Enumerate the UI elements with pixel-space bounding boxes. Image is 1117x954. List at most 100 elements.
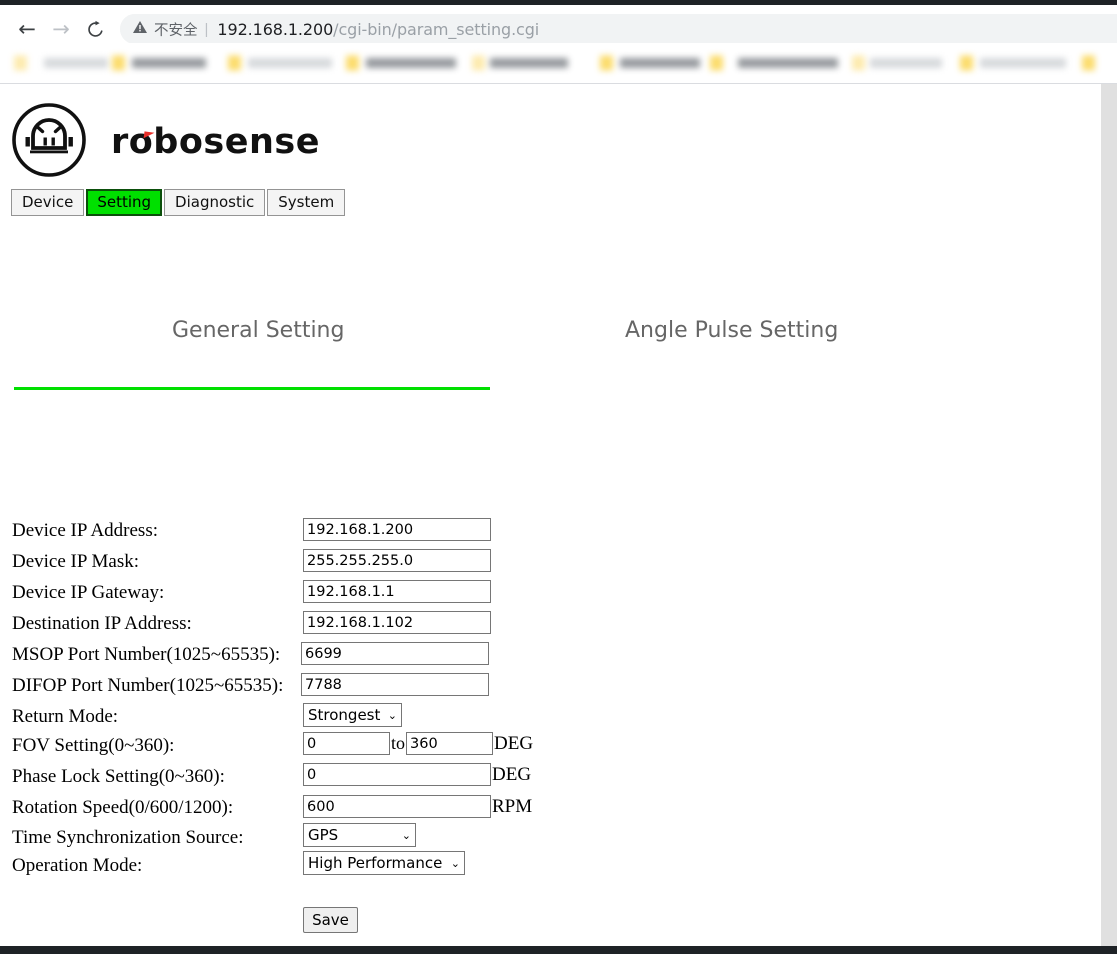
forward-arrow-icon: → <box>52 16 70 41</box>
bookmark-item[interactable] <box>112 52 208 74</box>
bookmark-label <box>490 58 568 68</box>
field-difop-port <box>301 673 489 696</box>
select-return-mode[interactable]: Strongest ⌄ <box>303 703 402 727</box>
folder-icon <box>600 55 613 71</box>
chevron-down-icon: ⌄ <box>450 856 460 870</box>
row-msop-port: MSOP Port Number(1025~65535): <box>12 640 280 670</box>
row-fov-setting: FOV Setting(0~360): <box>12 731 174 761</box>
reload-button[interactable] <box>78 12 112 46</box>
page-content: robosense Device Setting Diagnostic Syst… <box>0 84 1117 946</box>
label-rotation-speed: Rotation Speed(0/600/1200): <box>12 797 234 818</box>
warning-triangle-icon[interactable] <box>132 19 148 40</box>
label-return-mode: Return Mode: <box>12 706 119 727</box>
folder-icon <box>112 55 125 71</box>
field-rotation-speed: RPM <box>303 795 532 818</box>
bookmark-label <box>44 58 108 68</box>
field-operation-mode: High Performance ⌄ <box>303 851 465 875</box>
reload-icon <box>86 20 105 39</box>
brand-wordmark: robosense <box>111 125 320 160</box>
field-device-ip-gateway <box>303 580 491 603</box>
bookmark-item[interactable] <box>346 52 458 74</box>
row-phase-lock: Phase Lock Setting(0~360): <box>12 762 225 792</box>
nav-tab-system[interactable]: System <box>267 189 346 216</box>
bookmark-item[interactable] <box>472 52 568 74</box>
brand-logo: robosense <box>11 102 320 183</box>
nav-tab-setting[interactable]: Setting <box>86 189 163 216</box>
forward-button[interactable]: → <box>44 12 78 46</box>
select-time-sync-source[interactable]: GPS ⌄ <box>303 823 416 847</box>
folder-icon <box>346 55 359 71</box>
row-destination-ip-address: Destination IP Address: <box>12 609 192 639</box>
field-fov-setting: to DEG <box>303 732 533 755</box>
bookmark-item[interactable] <box>600 52 700 74</box>
folder-icon <box>710 55 723 71</box>
browser-chrome: ← → 不安全 | 192.168.1.200/cgi-bin/param_se… <box>0 5 1117 46</box>
bookmark-label <box>132 58 206 68</box>
unit-phase-lock-deg: DEG <box>492 763 532 785</box>
bookmark-item[interactable] <box>14 52 27 74</box>
page-right-edge <box>1101 84 1117 946</box>
row-time-sync-source: Time Synchronization Source: <box>12 823 244 853</box>
url-host: 192.168.1.200 <box>217 19 334 39</box>
chevron-down-icon: ⌄ <box>401 828 411 842</box>
nav-tab-device[interactable]: Device <box>11 189 85 216</box>
input-phase-lock[interactable] <box>303 763 491 786</box>
folder-icon <box>960 55 973 71</box>
back-arrow-icon: ← <box>18 16 36 41</box>
save-button[interactable]: Save <box>303 907 358 933</box>
window-bottom-edge <box>0 946 1117 954</box>
label-fov-setting: FOV Setting(0~360): <box>12 735 175 756</box>
label-device-ip-gateway: Device IP Gateway: <box>12 582 165 603</box>
main-navigation-tabs[interactable]: Device Setting Diagnostic System <box>11 189 347 216</box>
select-operation-mode[interactable]: High Performance ⌄ <box>303 851 465 875</box>
row-device-ip-mask: Device IP Mask: <box>12 547 139 577</box>
folder-icon <box>472 55 485 71</box>
field-device-ip-mask <box>303 549 491 572</box>
bookmark-item[interactable] <box>710 52 726 74</box>
unit-fov-deg: DEG <box>494 732 534 754</box>
security-status-label: 不安全 <box>154 22 198 39</box>
url-text: 192.168.1.200/cgi-bin/param_setting.cgi <box>217 20 539 39</box>
input-device-ip-address[interactable] <box>303 518 491 541</box>
input-msop-port[interactable] <box>301 642 489 665</box>
input-destination-ip-address[interactable] <box>303 611 491 634</box>
bookmark-label <box>738 58 838 68</box>
robosense-robot-logo-icon <box>11 102 87 183</box>
section-tab-general-setting[interactable]: General Setting <box>172 318 344 343</box>
select-operation-mode-value: High Performance <box>308 854 443 872</box>
bookmarks-bar[interactable] <box>0 43 1117 84</box>
bookmark-item[interactable] <box>228 52 334 74</box>
select-time-sync-source-value: GPS <box>308 826 339 844</box>
logo-accent-icon <box>143 131 155 140</box>
field-device-ip-address <box>303 518 491 541</box>
back-button[interactable]: ← <box>10 12 44 46</box>
input-fov-start[interactable] <box>303 732 390 755</box>
bookmark-item[interactable] <box>738 52 838 74</box>
folder-icon <box>228 55 241 71</box>
input-device-ip-gateway[interactable] <box>303 580 491 603</box>
nav-tab-diagnostic[interactable]: Diagnostic <box>164 189 266 216</box>
bookmark-item[interactable] <box>960 52 1068 74</box>
active-section-underline <box>14 387 490 390</box>
url-path: /cgi-bin/param_setting.cgi <box>333 19 540 39</box>
input-rotation-speed[interactable] <box>303 795 491 818</box>
folder-icon <box>852 55 865 71</box>
section-tab-angle-pulse-setting[interactable]: Angle Pulse Setting <box>625 318 838 343</box>
field-destination-ip-address <box>303 611 491 634</box>
input-fov-end[interactable] <box>406 732 494 755</box>
field-msop-port <box>301 642 489 665</box>
input-difop-port[interactable] <box>301 673 489 696</box>
fov-joiner-label: to <box>391 733 406 753</box>
label-difop-port: DIFOP Port Number(1025~65535): <box>12 675 284 696</box>
field-phase-lock: DEG <box>303 763 531 786</box>
row-device-ip-address: Device IP Address: <box>12 516 158 546</box>
label-phase-lock: Phase Lock Setting(0~360): <box>12 766 225 787</box>
bookmark-label <box>248 58 332 68</box>
bookmark-item[interactable] <box>44 52 108 74</box>
address-bar[interactable]: 不安全 | 192.168.1.200/cgi-bin/param_settin… <box>120 14 1117 44</box>
row-rotation-speed: Rotation Speed(0/600/1200): <box>12 793 233 823</box>
bookmark-item[interactable] <box>852 52 942 74</box>
field-time-sync-source: GPS ⌄ <box>303 823 416 847</box>
input-device-ip-mask[interactable] <box>303 549 491 572</box>
bookmark-item[interactable] <box>1082 52 1112 74</box>
